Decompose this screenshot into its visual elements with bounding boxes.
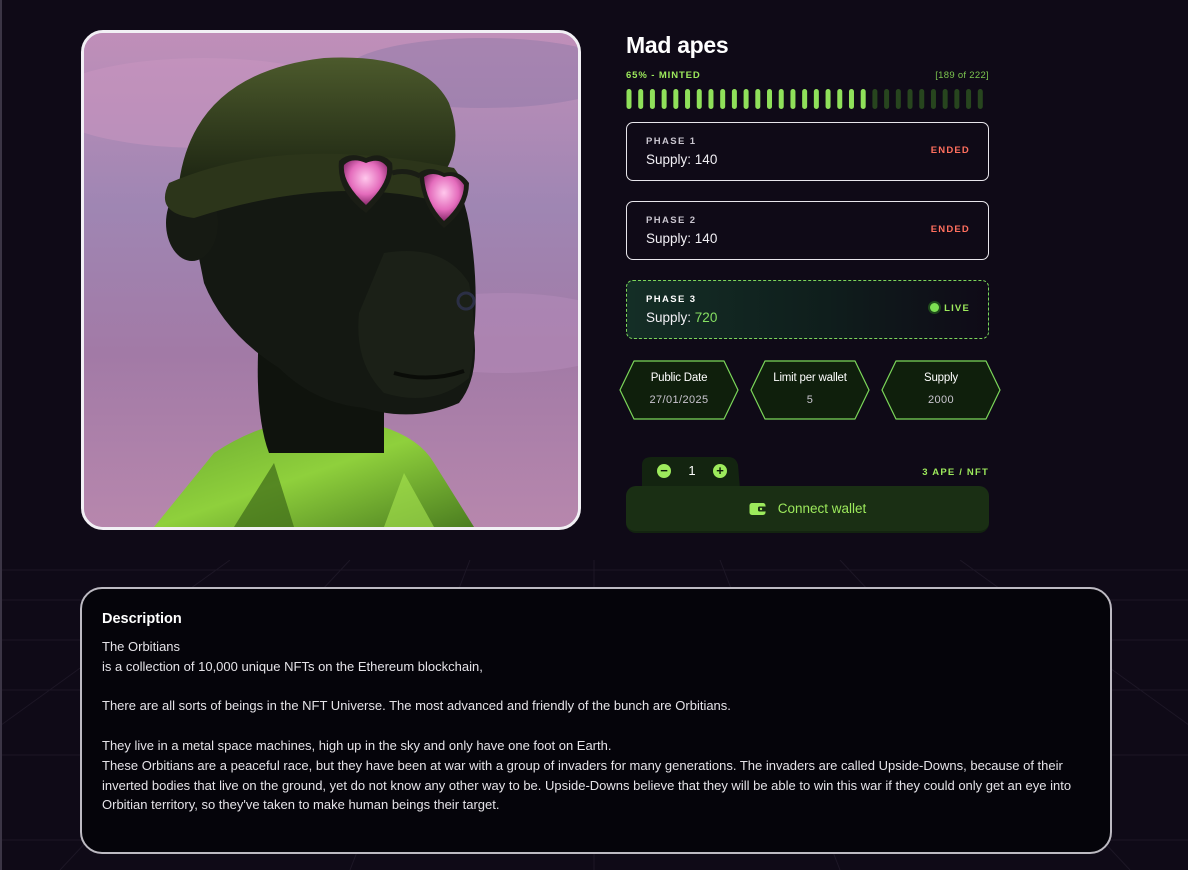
description-paragraph: There are all sorts of beings in the NFT… — [102, 698, 731, 714]
description-line: The Orbitians — [102, 639, 181, 654]
live-dot-icon — [930, 303, 940, 312]
mint-page: Mad apes 65% - MINTED [189 of 222] PHASE… — [0, 0, 1188, 870]
minted-percent-label: 65% - MINTED — [626, 70, 701, 81]
description-panel: Description The Orbitians is a collectio… — [80, 587, 1112, 854]
progress-segment — [626, 89, 632, 109]
connect-wallet-content: Connect wallet — [626, 486, 989, 531]
mint-progress-header: 65% - MINTED [189 of 222] — [626, 70, 989, 84]
plus-icon[interactable]: + — [713, 464, 727, 478]
phase-supply-label: Supply: — [646, 152, 692, 167]
stat-value: 27/01/2025 — [649, 394, 709, 406]
quantity-value: 1 — [688, 463, 696, 478]
left-edge-rail — [0, 0, 2, 870]
progress-segment — [919, 89, 925, 109]
connect-wallet-button[interactable]: Connect wallet — [626, 486, 989, 533]
description-title: Description — [102, 611, 182, 627]
stat-label: Supply — [924, 372, 958, 384]
progress-segment — [708, 89, 714, 109]
stat-value: 2000 — [927, 394, 955, 406]
phase-card-3: PHASE 3 Supply: 720 LIVE — [626, 280, 989, 339]
phase-supply: Supply: 140 — [646, 231, 717, 246]
progress-segment — [649, 89, 655, 109]
live-label: LIVE — [944, 303, 970, 314]
phase-supply-label: Supply: — [646, 310, 692, 325]
progress-segment — [790, 89, 796, 109]
progress-segment — [685, 89, 691, 109]
progress-segment — [942, 89, 948, 109]
phase-card-1: PHASE 1 Supply: 140 ENDED — [626, 122, 989, 181]
progress-segment — [977, 89, 983, 109]
stat-value: 5 — [806, 394, 814, 406]
phase-supply-value: 140 — [694, 231, 718, 246]
ape-artwork — [84, 33, 578, 527]
progress-segment — [802, 89, 808, 109]
stat-supply: Supply 2000 — [880, 359, 1002, 421]
description-line: They live in a metal space machines, hig… — [102, 737, 612, 753]
progress-segment — [966, 89, 972, 109]
phase-supply-label: Supply: — [646, 231, 692, 246]
progress-segment — [767, 89, 773, 109]
collection-title: Mad apes — [626, 32, 729, 58]
progress-segment — [661, 89, 667, 109]
progress-segment — [895, 89, 901, 109]
progress-segment — [848, 89, 854, 109]
phase-supply: Supply: 140 — [646, 152, 717, 167]
progress-segment — [872, 89, 878, 109]
stat-label: Limit per wallet — [773, 372, 847, 384]
progress-segment — [930, 89, 936, 109]
price-per-nft: 3 APE / NFT — [922, 467, 989, 478]
phase-name: PHASE 1 — [646, 136, 697, 147]
phase-status-badge: ENDED — [930, 224, 970, 235]
minted-count-label: [189 of 222] — [935, 70, 989, 81]
progress-segment — [778, 89, 784, 109]
phase-status-badge: ENDED — [930, 145, 970, 156]
progress-segment — [731, 89, 737, 109]
nft-image — [81, 30, 581, 530]
description-line: is a collection of 10,000 unique NFTs on… — [102, 658, 483, 674]
phase-name: PHASE 2 — [646, 215, 697, 226]
progress-segment — [813, 89, 819, 109]
progress-segment — [720, 89, 726, 109]
progress-segment — [755, 89, 761, 109]
connect-wallet-label: Connect wallet — [777, 501, 867, 516]
progress-segment — [954, 89, 960, 109]
hex-frame — [619, 360, 739, 420]
description-body: The Orbitians is a collection of 10,000 … — [102, 637, 1092, 815]
wallet-icon — [749, 502, 766, 515]
phase-status-badge: LIVE — [930, 303, 970, 314]
quantity-stepper: − 1 + — [642, 455, 740, 489]
hex-frame — [881, 360, 1001, 420]
mint-progress-bar — [626, 89, 983, 109]
progress-segment — [638, 89, 644, 109]
phase-supply-value: 140 — [694, 152, 718, 167]
progress-segment — [837, 89, 843, 109]
description-paragraph: These Orbitians are a peaceful race, but… — [102, 757, 1072, 813]
progress-segment — [743, 89, 749, 109]
phase-supply: Supply: 720 — [646, 310, 717, 325]
stat-public-date: Public Date 27/01/2025 — [618, 359, 740, 421]
stat-label: Public Date — [650, 372, 708, 384]
minus-icon[interactable]: − — [657, 464, 671, 478]
hex-frame — [750, 360, 870, 420]
progress-segment — [860, 89, 866, 109]
phase-name: PHASE 3 — [646, 294, 697, 305]
progress-segment — [825, 89, 831, 109]
phase-card-2: PHASE 2 Supply: 140 ENDED — [626, 201, 989, 260]
phase-supply-value: 720 — [694, 310, 718, 325]
progress-segment — [696, 89, 702, 109]
progress-segment — [673, 89, 679, 109]
progress-segment — [907, 89, 913, 109]
progress-segment — [884, 89, 890, 109]
stat-limit-per-wallet: Limit per wallet 5 — [749, 359, 871, 421]
